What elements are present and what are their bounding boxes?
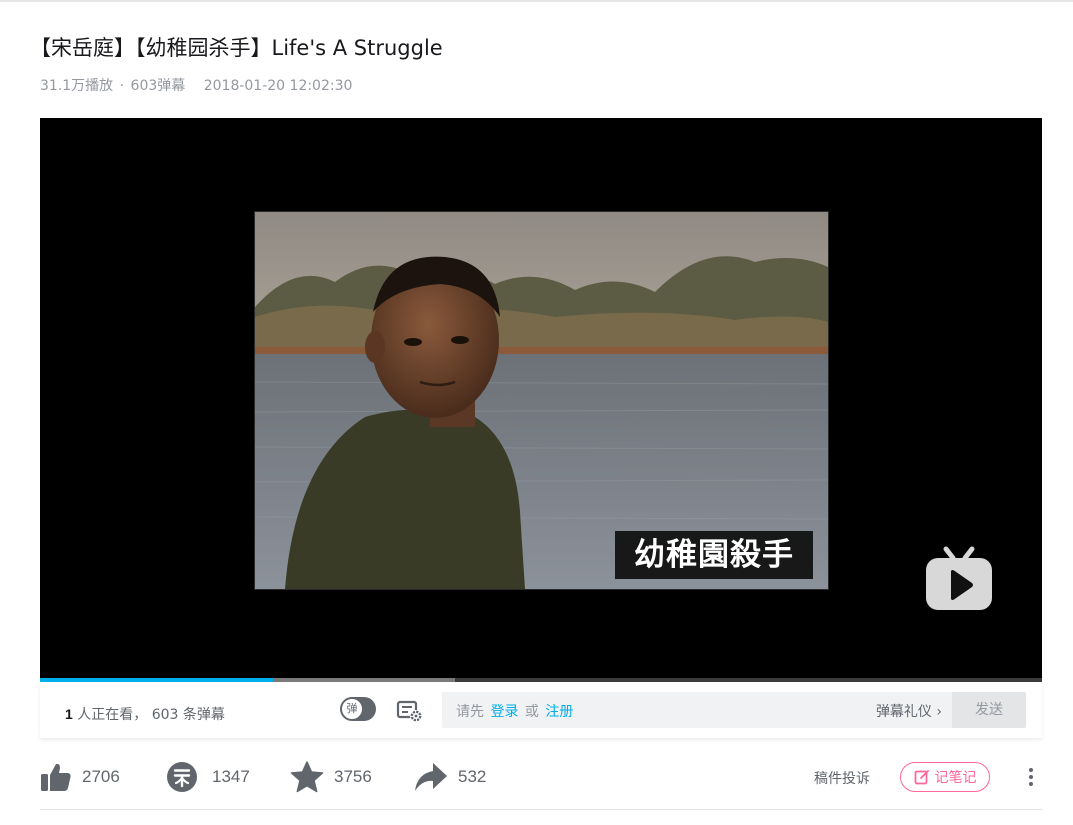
danmaku-bar: 1 人正在看， 603 条弹幕 弹 请先 登录 或 注册 弹幕礼仪 › 发送 <box>40 682 1042 738</box>
favorite-button[interactable]: 3756 <box>290 760 372 794</box>
login-link[interactable]: 登录 <box>490 704 518 720</box>
share-count: 532 <box>458 767 487 786</box>
bottom-divider <box>40 809 1042 810</box>
note-edit-icon <box>914 770 929 785</box>
hint-prefix: 请先 <box>456 704 484 720</box>
like-button[interactable]: 2706 <box>40 760 120 794</box>
coin-button[interactable]: 1347 <box>166 760 250 794</box>
like-count: 2706 <box>82 767 120 786</box>
thumbs-up-icon <box>41 763 71 791</box>
viewer-count: 1 <box>65 706 73 722</box>
take-notes-label: 记笔记 <box>934 770 977 786</box>
coin-count: 1347 <box>212 767 250 786</box>
danmaku-toggle[interactable]: 弹 <box>340 697 376 721</box>
share-arrow-icon <box>415 763 447 791</box>
video-title: 【宋岳庭】【幼稚园杀手】Life's A Struggle <box>30 36 443 60</box>
danmaku-input[interactable]: 请先 登录 或 注册 弹幕礼仪 › <box>442 692 952 728</box>
send-danmaku-button[interactable]: 发送 <box>952 692 1026 728</box>
danmaku-settings-icon[interactable] <box>396 699 424 723</box>
hint-or: 或 <box>524 704 539 720</box>
danmaku-total-label: 条弹幕 <box>182 707 225 723</box>
viewer-info: 1 人正在看， 603 条弹幕 <box>65 704 225 724</box>
share-button[interactable]: 532 <box>414 760 486 794</box>
danmaku-input-hint: 请先 登录 或 注册 <box>456 701 575 721</box>
meta-separator: · <box>119 78 125 94</box>
video-caption: 幼稚園殺手 <box>615 531 813 579</box>
register-link[interactable]: 注册 <box>545 704 573 720</box>
video-frame[interactable]: 幼稚園殺手 <box>254 211 829 590</box>
report-link[interactable]: 稿件投诉 <box>814 768 870 788</box>
video-meta: 31.1万播放 · 603弹幕 2018-01-20 12:02:30 <box>40 75 352 95</box>
coin-icon <box>167 762 197 792</box>
play-count: 31.1万播放 <box>40 78 114 94</box>
bilibili-tv-play-icon[interactable] <box>924 546 994 612</box>
favorite-count: 3756 <box>334 767 372 786</box>
danmaku-toggle-label: 弹 <box>341 698 363 720</box>
publish-date: 2018-01-20 12:02:30 <box>203 78 353 94</box>
action-toolbar: 2706 1347 3756 532 稿件投诉 记笔记 <box>40 752 1042 802</box>
danmaku-count: 603弹幕 <box>130 78 186 94</box>
star-icon <box>290 761 324 793</box>
danmaku-etiquette-link[interactable]: 弹幕礼仪 › <box>876 701 942 721</box>
more-options-icon[interactable] <box>1024 766 1038 788</box>
danmaku-total: 603 <box>151 707 179 723</box>
viewer-label: 人正在看， <box>77 707 148 723</box>
top-divider <box>0 0 1073 2</box>
video-player[interactable]: 幼稚園殺手 <box>40 118 1042 682</box>
take-notes-button[interactable]: 记笔记 <box>900 762 990 792</box>
